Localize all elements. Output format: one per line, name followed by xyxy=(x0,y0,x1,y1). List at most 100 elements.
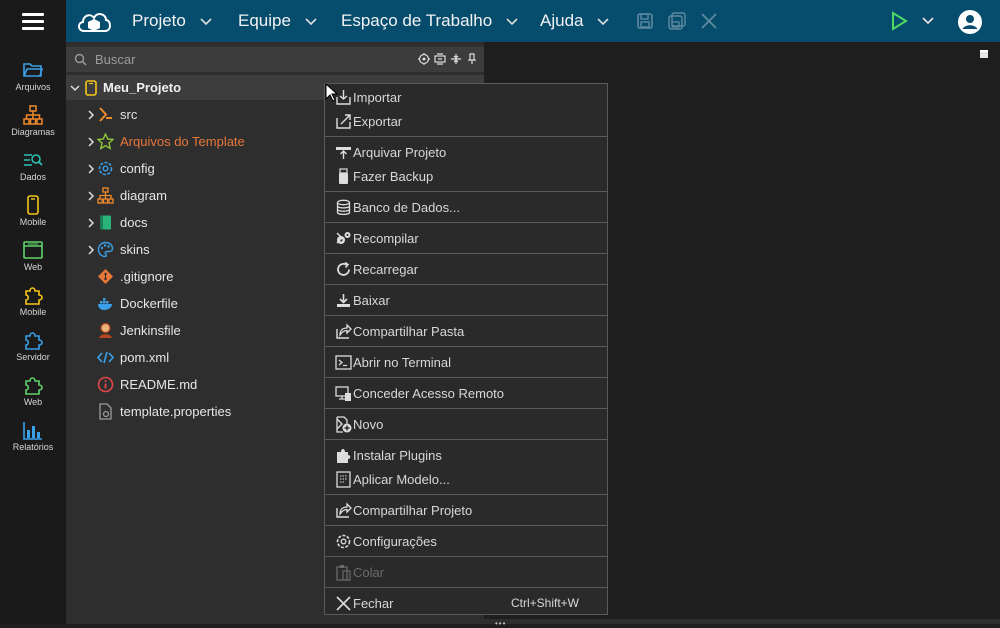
menu-item-label: Aplicar Modelo... xyxy=(353,471,450,487)
palette-icon xyxy=(97,241,114,258)
menu-separator xyxy=(325,284,607,285)
collapse-all-icon[interactable] xyxy=(450,53,462,65)
sidebar-item-mobile[interactable]: Mobile xyxy=(0,195,66,240)
tree-item-label: Jenkinsfile xyxy=(120,323,181,338)
menu-item-instalar-plugins[interactable]: Instalar Plugins xyxy=(325,443,607,467)
chevron-right-icon xyxy=(88,244,95,255)
menu-item-exportar[interactable]: Exportar xyxy=(325,109,607,133)
sidebar-item-web-plugin[interactable]: Web xyxy=(0,375,66,420)
menu-item-label: Fechar xyxy=(353,595,394,611)
menu-equipe[interactable]: Equipe xyxy=(238,0,317,42)
menu-item-label: Importar xyxy=(353,89,402,105)
menu-item-importar[interactable]: Importar xyxy=(325,85,607,109)
chevron-right-icon xyxy=(88,190,95,201)
bar-chart-icon xyxy=(23,422,42,440)
menu-item-recompilar[interactable]: Recompilar xyxy=(325,226,607,250)
chevron-down-icon xyxy=(305,18,317,26)
tree-item-label: template.properties xyxy=(120,404,232,419)
menu-projeto-label: Projeto xyxy=(132,11,186,30)
template-icon xyxy=(336,470,351,488)
menu-item-label: Novo xyxy=(353,416,384,432)
sidebar-item-mobile-plugin[interactable]: Mobile xyxy=(0,285,66,330)
git-icon xyxy=(98,269,113,284)
menu-separator xyxy=(325,556,607,557)
sidebar-item-label: Arquivos xyxy=(15,82,51,92)
cloud-logo-icon[interactable] xyxy=(75,5,113,37)
menu-item-label: Exportar xyxy=(353,113,403,129)
expand-all-icon[interactable] xyxy=(434,53,446,65)
data-search-icon xyxy=(24,154,43,166)
user-avatar-icon[interactable] xyxy=(957,9,983,35)
menu-item-abrir-no-terminal[interactable]: Abrir no Terminal xyxy=(325,350,607,374)
menu-item-fechar[interactable]: Fechar Ctrl+Shift+W xyxy=(325,591,607,615)
menu-separator xyxy=(325,587,607,588)
sidebar-item-label: Dados xyxy=(19,172,46,182)
menu-item-label: Arquivar Projeto xyxy=(353,144,447,160)
menu-separator xyxy=(325,494,607,495)
database-icon xyxy=(336,199,351,215)
chevron-right-icon xyxy=(88,109,95,120)
sidebar-item-web[interactable]: Web xyxy=(0,240,66,285)
sidebar-item-label: Web xyxy=(23,262,43,272)
menu-item-novo[interactable]: Novo xyxy=(325,412,607,436)
tree-item-label: skins xyxy=(120,242,150,257)
menu-equipe-label: Equipe xyxy=(238,11,291,30)
tree-item-label: diagram xyxy=(120,188,167,203)
maximize-panel-icon[interactable] xyxy=(980,50,988,58)
activity-sidebar: Arquivos Diagramas Dados Mobile Web Mobi… xyxy=(0,42,66,624)
menu-separator xyxy=(325,346,607,347)
chevron-right-icon xyxy=(88,136,95,147)
menu-item-compartilhar-projeto[interactable]: Compartilhar Projeto xyxy=(325,498,607,522)
share-icon xyxy=(336,322,352,339)
menu-item-label: Fazer Backup xyxy=(353,168,434,184)
source-icon xyxy=(99,107,112,122)
chevron-right-icon xyxy=(88,217,95,228)
menu-item-compartilhar-pasta[interactable]: Compartilhar Pasta xyxy=(325,319,607,343)
sidebar-item-diagramas[interactable]: Diagramas xyxy=(0,105,66,150)
diagram-icon xyxy=(23,105,43,125)
menu-item-banco-de-dados[interactable]: Banco de Dados... xyxy=(325,195,607,219)
save-icon[interactable] xyxy=(636,12,654,30)
locate-icon[interactable] xyxy=(418,53,430,65)
save-all-icon[interactable] xyxy=(668,12,686,30)
tree-item-label: config xyxy=(120,161,155,176)
menu-item-fazer-backup[interactable]: Fazer Backup xyxy=(325,164,607,188)
remote-access-icon xyxy=(335,385,351,401)
chevron-right-icon xyxy=(88,163,95,174)
tree-item-label: pom.xml xyxy=(120,350,170,365)
chevron-down-icon xyxy=(70,84,80,91)
run-play-icon[interactable] xyxy=(890,11,940,31)
hamburger-icon xyxy=(22,11,44,32)
menu-item-label: Configurações xyxy=(353,533,437,549)
menu-item-baixar[interactable]: Baixar xyxy=(325,288,607,312)
sidebar-item-servidor[interactable]: Servidor xyxy=(0,330,66,375)
hamburger-menu-button[interactable] xyxy=(0,0,66,42)
search-input[interactable]: Buscar xyxy=(95,52,135,67)
sidebar-item-label: Mobile xyxy=(19,307,47,317)
archive-icon xyxy=(336,146,351,159)
menu-item-aplicar-modelo[interactable]: Aplicar Modelo... xyxy=(325,467,607,491)
diagram-icon xyxy=(97,187,114,204)
menu-item-configuracoes[interactable]: Configurações xyxy=(325,529,607,553)
menu-item-arquivar-projeto[interactable]: Arquivar Projeto xyxy=(325,140,607,164)
mouse-cursor-icon xyxy=(325,83,339,102)
menu-item-label: Conceder Acesso Remoto xyxy=(353,385,505,401)
search-icon xyxy=(74,53,87,66)
sidebar-item-relatorios[interactable]: Relatórios xyxy=(0,420,66,465)
close-icon[interactable] xyxy=(700,12,718,30)
tree-search-bar[interactable]: Buscar xyxy=(66,47,484,72)
menu-item-conceder-acesso-remoto[interactable]: Conceder Acesso Remoto xyxy=(325,381,607,405)
pin-icon[interactable] xyxy=(466,53,478,65)
tree-item-label: README.md xyxy=(120,377,198,392)
folder-icon xyxy=(23,63,43,77)
gear-icon xyxy=(98,161,113,176)
menu-projeto[interactable]: Projeto xyxy=(132,0,212,42)
menu-item-label: Compartilhar Pasta xyxy=(353,323,465,339)
menu-ajuda[interactable]: Ajuda xyxy=(540,0,610,42)
menu-espaco-de-trabalho[interactable]: Espaço de Trabalho xyxy=(341,0,518,42)
top-bar: Projeto Equipe Espaço de Trabalho Ajuda xyxy=(0,0,1000,42)
menu-item-recarregar[interactable]: Recarregar xyxy=(325,257,607,281)
sidebar-item-dados[interactable]: Dados xyxy=(0,150,66,195)
download-icon xyxy=(337,293,350,307)
sidebar-item-arquivos[interactable]: Arquivos xyxy=(0,60,66,105)
